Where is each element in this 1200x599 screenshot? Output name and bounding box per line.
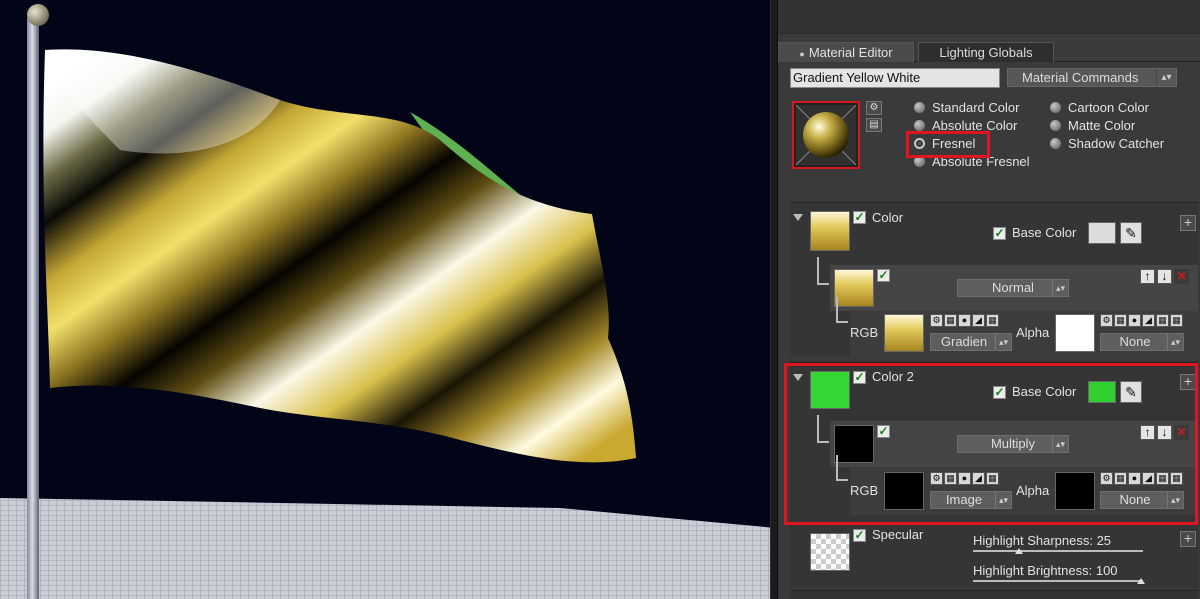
map-settings-icon[interactable]: ⚙	[1100, 314, 1113, 327]
eyedropper-icon[interactable]: ✎	[1120, 222, 1142, 244]
3d-viewport[interactable]	[0, 0, 776, 599]
add-icon[interactable]: +	[1180, 215, 1196, 231]
color-swatch[interactable]	[810, 211, 850, 251]
highlight-brightness-slider[interactable]	[973, 580, 1143, 582]
move-down-icon[interactable]: ↓	[1157, 269, 1172, 284]
tab-material-editor[interactable]: ● Material Editor	[778, 42, 914, 62]
collapse-triangle-icon[interactable]	[793, 214, 803, 221]
material-name-field[interactable]: Gradient Yellow White	[790, 68, 1000, 88]
radio-shadow-catcher[interactable]: Shadow Catcher	[1050, 136, 1164, 152]
blend-mode-dropdown[interactable]: Normal ▴▾	[957, 279, 1069, 297]
base-color-checkbox[interactable]: ✓	[993, 227, 1006, 240]
color-layer-row: ✓ Normal ▴▾ ↑ ↓ ✕	[817, 257, 1198, 311]
tab-indicator-icon: ●	[799, 49, 805, 59]
dropdown-arrows-icon: ▴▾	[1052, 280, 1068, 296]
radio-label: Shadow Catcher	[1068, 136, 1165, 151]
material-preview[interactable]	[792, 101, 860, 169]
map-grid-icon[interactable]: ▦	[1170, 314, 1183, 327]
tab-lighting-globals-label: Lighting Globals	[939, 45, 1033, 60]
panel-splitter[interactable]	[770, 0, 778, 599]
highlight-sharpness-thumb[interactable]	[1015, 548, 1023, 554]
rgb-label: RGB	[850, 325, 879, 340]
alpha-source-dropdown[interactable]: None ▴▾	[1100, 333, 1184, 351]
base-color-swatch[interactable]	[1088, 222, 1116, 244]
specular-section: ✓ Specular Highlight Sharpness: 25 Highl…	[790, 522, 1198, 588]
dropdown-arrows-icon: ▴▾	[995, 334, 1011, 350]
move-up-icon[interactable]: ↑	[1140, 269, 1155, 284]
map-gradient-icon[interactable]: ◢	[972, 314, 985, 327]
radio-cartoon-color[interactable]: Cartoon Color	[1050, 100, 1149, 116]
radio-icon	[1050, 102, 1061, 113]
radio-label: Standard Color	[932, 100, 1020, 115]
radio-icon	[1050, 120, 1061, 131]
highlight-sharpness-slider[interactable]	[973, 550, 1143, 552]
blend-mode-label: Normal	[992, 280, 1034, 295]
color-enabled-checkbox[interactable]: ✓	[853, 211, 866, 224]
map-grid-icon[interactable]: ▦	[986, 314, 999, 327]
preview-sphere	[796, 105, 856, 165]
rgb-map-swatch[interactable]	[884, 314, 924, 352]
color-section: ✓ Color ✓ Base Color ✎ + ✓ Normal ▴▾ ↑ ↓ …	[790, 202, 1198, 357]
alpha-label: Alpha	[1016, 325, 1050, 340]
delete-icon[interactable]: ✕	[1174, 269, 1189, 284]
base-color-label: Base Color	[1012, 225, 1077, 240]
rgb-source-label: Gradien	[940, 334, 988, 349]
add-icon[interactable]: +	[1180, 531, 1196, 547]
layer-connector	[817, 257, 829, 285]
radio-label: Cartoon Color	[1068, 100, 1149, 115]
color-section-title: Color	[872, 210, 904, 225]
map-mask-icon[interactable]: ●	[1128, 314, 1141, 327]
scene-render	[0, 4, 776, 599]
dropdown-arrows-icon: ▴▾	[1156, 69, 1176, 86]
highlight-brightness-label: Highlight Brightness: 100	[973, 563, 1118, 578]
map-tile-icon[interactable]: ▦	[944, 314, 957, 327]
specular-swatch[interactable]	[810, 533, 850, 571]
radio-label: Matte Color	[1068, 118, 1136, 133]
color2-highlight-box	[784, 363, 1198, 525]
rgb-source-dropdown[interactable]: Gradien ▴▾	[930, 333, 1012, 351]
layer-enabled-checkbox[interactable]: ✓	[877, 269, 890, 282]
color-rgb-alpha-row: RGB ⚙ ▦ ● ◢ ▦ Gradien ▴▾ Alpha ⚙ ▦ ● ◢ ▦ …	[836, 297, 1198, 357]
tab-lighting-globals[interactable]: Lighting Globals	[918, 42, 1054, 62]
editor-tabs: ● Material Editor Lighting Globals	[778, 40, 1200, 62]
material-commands-dropdown[interactable]: Material Commands ▴▾	[1007, 68, 1177, 87]
dropdown-arrows-icon: ▴▾	[1167, 334, 1183, 350]
map-grid-icon[interactable]: ▦	[1156, 314, 1169, 327]
map-settings-icon[interactable]: ⚙	[930, 314, 943, 327]
alpha-map-swatch[interactable]	[1055, 314, 1095, 352]
radio-standard-color[interactable]: Standard Color	[914, 100, 1019, 116]
gear-icon[interactable]: ⚙	[866, 101, 882, 115]
radio-icon	[914, 120, 925, 131]
radio-matte-color[interactable]: Matte Color	[1050, 118, 1135, 134]
map-tile-icon[interactable]: ▦	[1114, 314, 1127, 327]
map-mask-icon[interactable]: ●	[958, 314, 971, 327]
specular-enabled-checkbox[interactable]: ✓	[853, 529, 866, 542]
panel-toolbar	[778, 0, 1200, 34]
next-section-header	[790, 590, 1198, 599]
map-gradient-icon[interactable]: ◢	[1142, 314, 1155, 327]
alpha-source-label: None	[1119, 334, 1151, 349]
fresnel-highlight-box	[906, 131, 990, 158]
highlight-brightness-thumb[interactable]	[1137, 578, 1145, 584]
tab-material-editor-label: Material Editor	[808, 45, 893, 60]
radio-icon	[1050, 138, 1061, 149]
material-commands-label: Material Commands	[1022, 70, 1139, 85]
settings-list-icon[interactable]: ▤	[866, 118, 882, 132]
highlight-sharpness-label: Highlight Sharpness: 25	[973, 533, 1112, 548]
specular-section-title: Specular	[872, 527, 924, 542]
radio-icon	[914, 102, 925, 113]
layer-connector	[836, 297, 848, 323]
